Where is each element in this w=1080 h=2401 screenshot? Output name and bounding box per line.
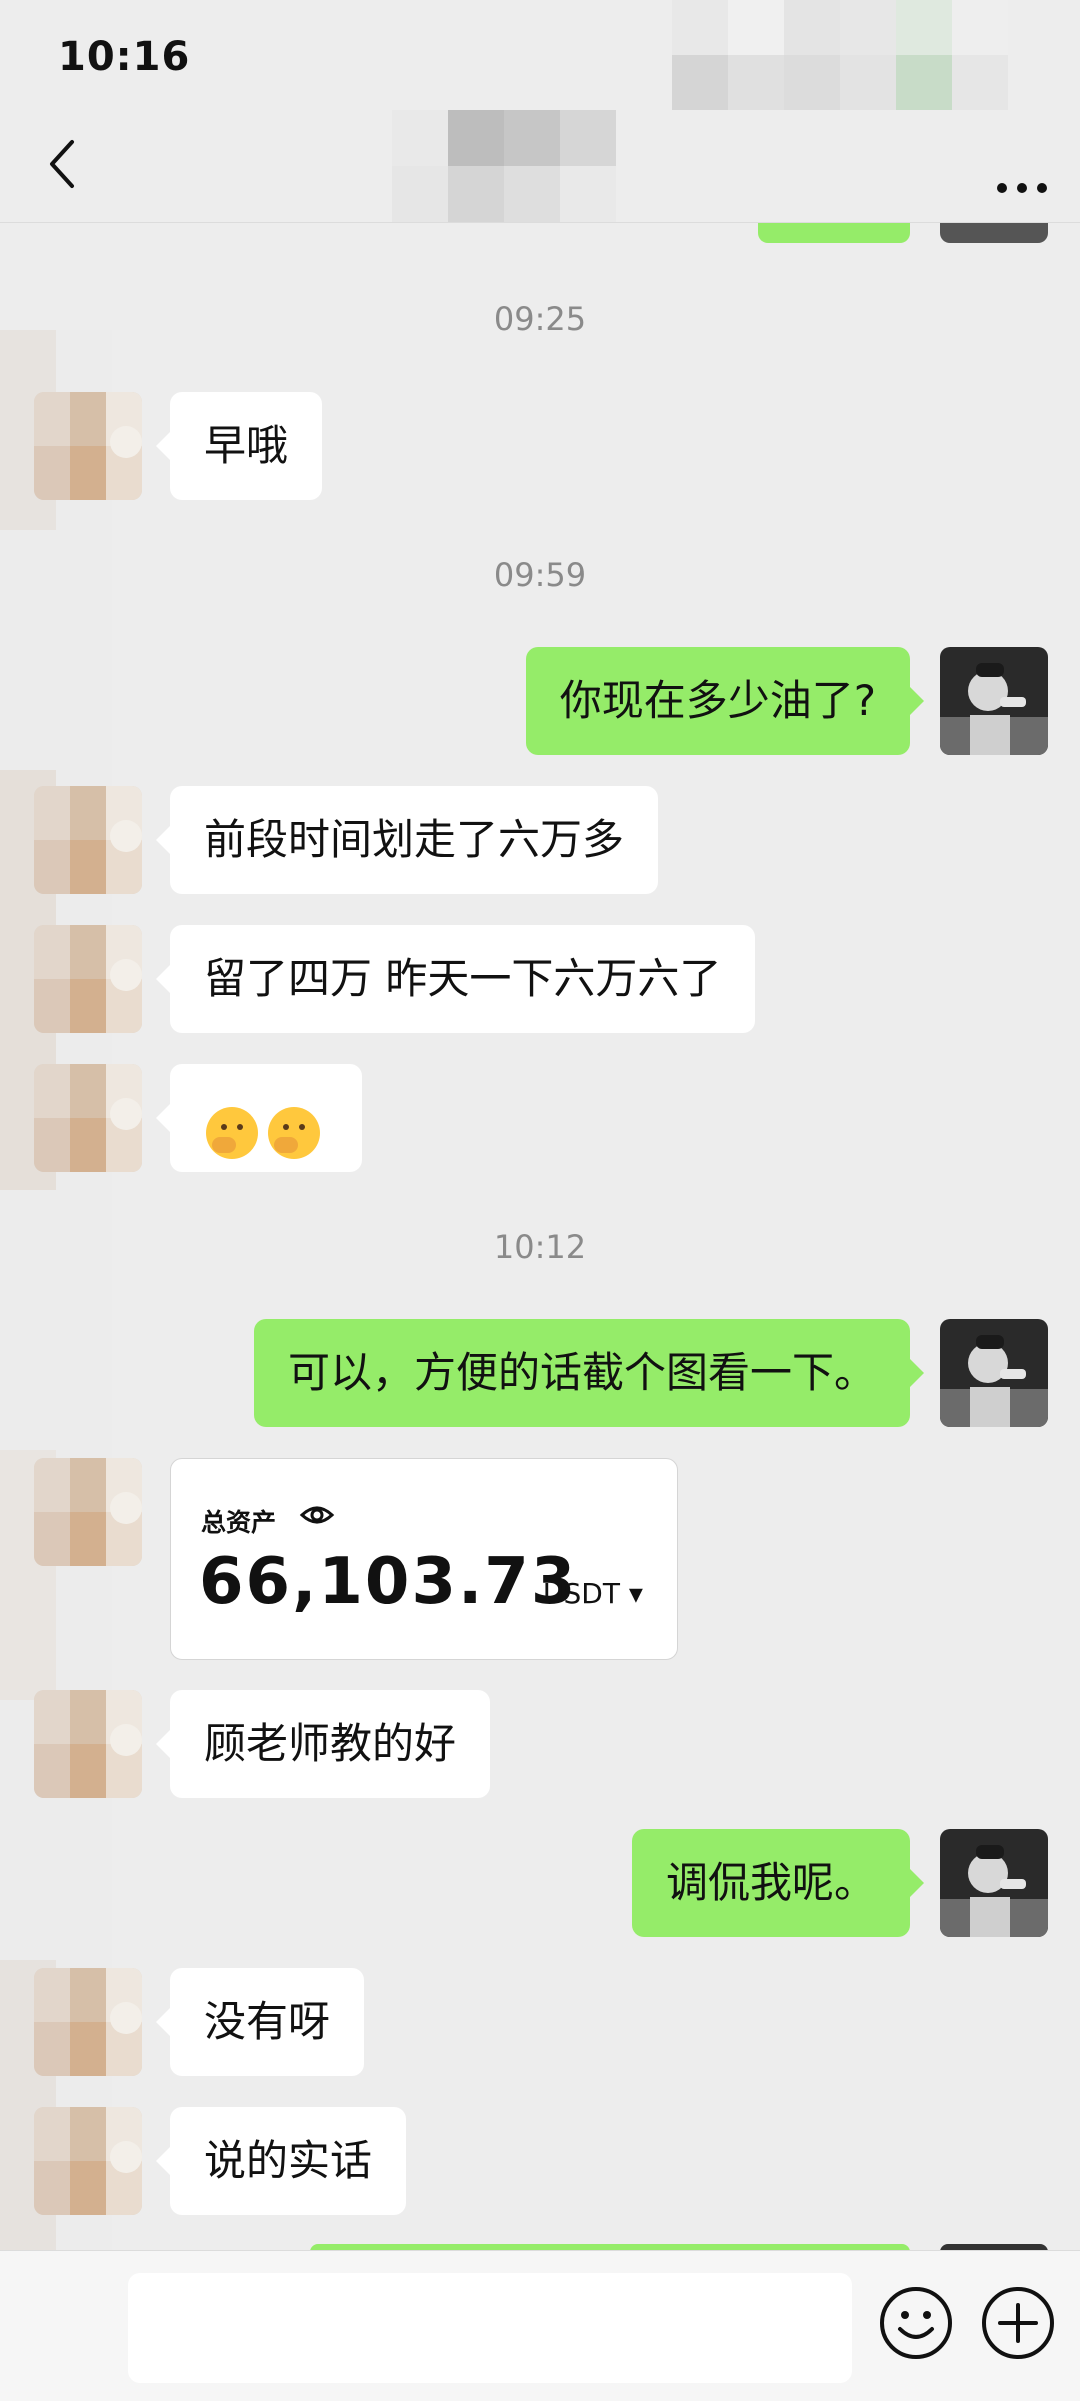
contact-avatar[interactable] xyxy=(34,925,142,1033)
contact-avatar[interactable] xyxy=(34,392,142,500)
chevron-left-icon[interactable] xyxy=(34,134,94,194)
currency-unit: USDT ▾ xyxy=(543,1577,643,1610)
input-bar xyxy=(0,2250,1080,2401)
total-assets-label: 总资产 xyxy=(201,1508,277,1537)
message-bubble-emoji[interactable] xyxy=(156,1064,362,1172)
message-bubble-sent[interactable]: 可以，方便的话截个图看一下。 xyxy=(253,1319,925,1427)
message-bubble-received[interactable]: 留了四万 昨天一下六万六了 xyxy=(155,925,756,1033)
screenshot-image-message[interactable]: 总资产 66,103.73 USDT ▾ xyxy=(170,1458,678,1660)
message-bubble-received[interactable]: 早哦 xyxy=(155,392,323,500)
message-bubble-received[interactable]: 没有呀 xyxy=(155,1968,365,2076)
contact-avatar[interactable] xyxy=(34,1458,142,1566)
timestamp: 09:59 xyxy=(493,556,587,594)
timestamp: 10:12 xyxy=(493,1228,587,1266)
plus-circle-icon[interactable] xyxy=(980,2285,1056,2361)
message-bubble-sent[interactable]: 你现在多少油了? xyxy=(525,647,925,755)
chat-header xyxy=(0,110,1080,223)
more-dots-icon[interactable] xyxy=(992,138,1052,198)
timestamp: 09:25 xyxy=(493,300,587,338)
contact-name-blurred xyxy=(392,110,616,222)
self-avatar[interactable] xyxy=(940,1319,1048,1427)
contact-avatar[interactable] xyxy=(34,2107,142,2215)
contact-avatar[interactable] xyxy=(34,1064,142,1172)
self-avatar[interactable] xyxy=(940,1829,1048,1937)
contact-avatar[interactable] xyxy=(34,1690,142,1798)
contact-avatar[interactable] xyxy=(34,1968,142,2076)
self-avatar-partial xyxy=(940,223,1048,243)
smiley-icon[interactable] xyxy=(878,2285,954,2361)
status-time: 10:16 xyxy=(58,34,191,80)
thinking-face-icon xyxy=(204,1093,260,1159)
status-icons-blurred xyxy=(672,0,1012,110)
previous-bubble-partial xyxy=(758,223,910,243)
eye-icon xyxy=(299,1497,335,1537)
self-avatar[interactable] xyxy=(940,647,1048,755)
thinking-face-icon xyxy=(266,1093,322,1159)
contact-avatar[interactable] xyxy=(34,786,142,894)
blurred-left-edge xyxy=(0,330,112,2250)
total-assets-value: 66,103.73 xyxy=(199,1545,578,1619)
message-bubble-sent[interactable]: 调侃我呢。 xyxy=(631,1829,925,1937)
message-bubble-received[interactable]: 说的实话 xyxy=(155,2107,407,2215)
message-bubble-received[interactable]: 前段时间划走了六万多 xyxy=(155,786,659,894)
status-bar: 10:16 xyxy=(0,0,1080,110)
message-input[interactable] xyxy=(128,2273,852,2383)
message-bubble-received[interactable]: 顾老师教的好 xyxy=(155,1690,491,1798)
